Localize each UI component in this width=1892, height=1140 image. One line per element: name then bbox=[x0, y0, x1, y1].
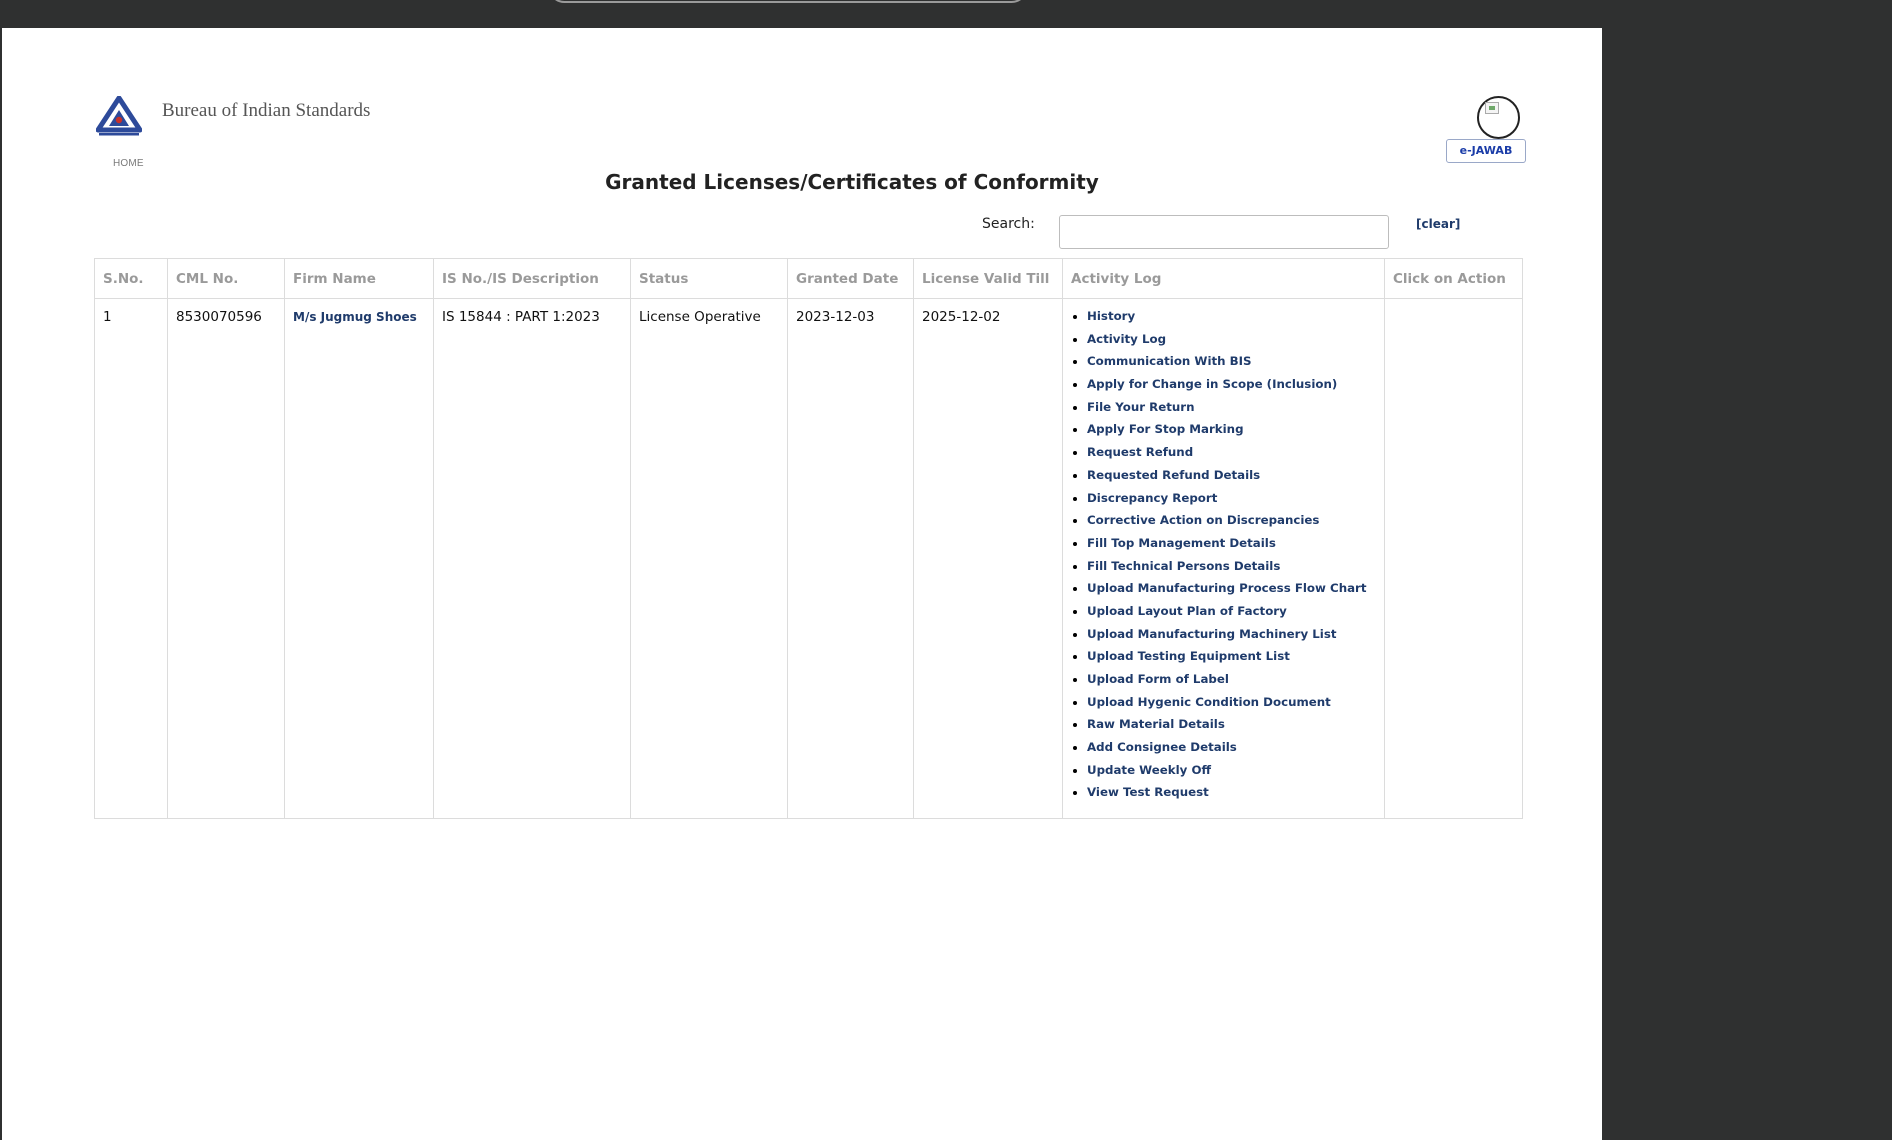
column-header-granted-date[interactable]: Granted Date bbox=[787, 258, 914, 299]
licenses-table: S.No. CML No. Firm Name IS No./IS Descri… bbox=[94, 258, 1523, 820]
list-item: Raw Material Details bbox=[1087, 717, 1376, 740]
list-item: Requested Refund Details bbox=[1087, 468, 1376, 491]
activity-link-change-scope[interactable]: Apply for Change in Scope (Inclusion) bbox=[1087, 377, 1337, 391]
table-header-row: S.No. CML No. Firm Name IS No./IS Descri… bbox=[94, 258, 1523, 299]
activity-link-form-of-label[interactable]: Upload Form of Label bbox=[1087, 672, 1229, 686]
firm-name-link[interactable]: M/s Jugmug Shoes bbox=[293, 310, 417, 324]
activity-link-view-test-request[interactable]: View Test Request bbox=[1087, 785, 1209, 799]
cell-click-on-action bbox=[1384, 297, 1523, 820]
ejawab-widget[interactable]: e-JAWAB bbox=[1446, 96, 1528, 164]
activity-link-process-flow-chart[interactable]: Upload Manufacturing Process Flow Chart bbox=[1087, 581, 1367, 595]
activity-link-top-management[interactable]: Fill Top Management Details bbox=[1087, 536, 1276, 550]
activity-link-stop-marking[interactable]: Apply For Stop Marking bbox=[1087, 422, 1244, 436]
list-item: Discrepancy Report bbox=[1087, 491, 1376, 514]
ejawab-button[interactable]: e-JAWAB bbox=[1446, 139, 1526, 163]
column-header-cml-no[interactable]: CML No. bbox=[167, 258, 285, 299]
column-header-is-description[interactable]: IS No./IS Description bbox=[433, 258, 631, 299]
column-header-click-on-action[interactable]: Click on Action bbox=[1384, 258, 1523, 299]
browser-address-pill bbox=[548, 0, 1028, 3]
list-item: Upload Testing Equipment List bbox=[1087, 649, 1376, 672]
activity-link-layout-plan[interactable]: Upload Layout Plan of Factory bbox=[1087, 604, 1287, 618]
page-content: Bureau of Indian Standards HOME e-JAWAB … bbox=[2, 28, 1602, 1140]
list-item: Update Weekly Off bbox=[1087, 763, 1376, 786]
activity-link-communication[interactable]: Communication With BIS bbox=[1087, 354, 1252, 368]
activity-link-request-refund[interactable]: Request Refund bbox=[1087, 445, 1193, 459]
activity-link-machinery-list[interactable]: Upload Manufacturing Machinery List bbox=[1087, 627, 1337, 641]
list-item: Upload Hygenic Condition Document bbox=[1087, 695, 1376, 718]
activity-link-refund-details[interactable]: Requested Refund Details bbox=[1087, 468, 1260, 482]
list-item: Fill Top Management Details bbox=[1087, 536, 1376, 559]
activity-link-technical-persons[interactable]: Fill Technical Persons Details bbox=[1087, 559, 1280, 573]
cell-granted-date: 2023-12-03 bbox=[787, 297, 914, 820]
cell-valid-till: 2025-12-02 bbox=[913, 297, 1063, 820]
activity-link-history[interactable]: History bbox=[1087, 309, 1135, 323]
list-item: Upload Manufacturing Process Flow Chart bbox=[1087, 581, 1376, 604]
list-item: Request Refund bbox=[1087, 445, 1376, 468]
column-header-valid-till[interactable]: License Valid Till bbox=[913, 258, 1063, 299]
list-item: Communication With BIS bbox=[1087, 354, 1376, 377]
activity-link-testing-equipment[interactable]: Upload Testing Equipment List bbox=[1087, 649, 1290, 663]
activity-link-file-return[interactable]: File Your Return bbox=[1087, 400, 1194, 414]
list-item: File Your Return bbox=[1087, 400, 1376, 423]
activity-link-raw-material[interactable]: Raw Material Details bbox=[1087, 717, 1225, 731]
org-name: Bureau of Indian Standards bbox=[162, 100, 371, 121]
cell-activity-log: History Activity Log Communication With … bbox=[1062, 297, 1385, 820]
cell-sno: 1 bbox=[94, 297, 168, 820]
cell-is-description: IS 15844 : PART 1:2023 bbox=[433, 297, 631, 820]
bis-logo-icon bbox=[96, 96, 142, 136]
cell-firm-name: M/s Jugmug Shoes bbox=[284, 297, 434, 820]
list-item: Upload Manufacturing Machinery List bbox=[1087, 627, 1376, 650]
list-item: Upload Layout Plan of Factory bbox=[1087, 604, 1376, 627]
search-label: Search: bbox=[982, 216, 1035, 232]
list-item: Apply for Change in Scope (Inclusion) bbox=[1087, 377, 1376, 400]
column-header-sno[interactable]: S.No. bbox=[94, 258, 168, 299]
list-item: Corrective Action on Discrepancies bbox=[1087, 513, 1376, 536]
column-header-firm-name[interactable]: Firm Name bbox=[284, 258, 434, 299]
activity-link-list: History Activity Log Communication With … bbox=[1071, 309, 1376, 808]
page-title: Granted Licenses/Certificates of Conform… bbox=[605, 170, 1099, 194]
activity-link-activity-log[interactable]: Activity Log bbox=[1087, 332, 1166, 346]
cell-status: License Operative bbox=[630, 297, 788, 820]
column-header-activity-log[interactable]: Activity Log bbox=[1062, 258, 1385, 299]
list-item: History bbox=[1087, 309, 1376, 332]
activity-link-weekly-off[interactable]: Update Weekly Off bbox=[1087, 763, 1211, 777]
table-row: 1 8530070596 M/s Jugmug Shoes IS 15844 :… bbox=[94, 297, 1523, 820]
activity-link-consignee-details[interactable]: Add Consignee Details bbox=[1087, 740, 1237, 754]
list-item: Apply For Stop Marking bbox=[1087, 422, 1376, 445]
ejawab-broken-image-icon[interactable] bbox=[1477, 96, 1520, 139]
list-item: Upload Form of Label bbox=[1087, 672, 1376, 695]
activity-link-hygenic-condition[interactable]: Upload Hygenic Condition Document bbox=[1087, 695, 1331, 709]
clear-search-link[interactable]: [clear] bbox=[1416, 217, 1460, 231]
activity-link-discrepancy-report[interactable]: Discrepancy Report bbox=[1087, 491, 1217, 505]
list-item: Fill Technical Persons Details bbox=[1087, 559, 1376, 582]
column-header-status[interactable]: Status bbox=[630, 258, 788, 299]
list-item: View Test Request bbox=[1087, 785, 1376, 808]
list-item: Activity Log bbox=[1087, 332, 1376, 355]
home-link[interactable]: HOME bbox=[113, 158, 144, 169]
list-item: Add Consignee Details bbox=[1087, 740, 1376, 763]
search-input[interactable] bbox=[1059, 215, 1389, 249]
activity-link-corrective-action[interactable]: Corrective Action on Discrepancies bbox=[1087, 513, 1319, 527]
cell-cml-no: 8530070596 bbox=[167, 297, 285, 820]
